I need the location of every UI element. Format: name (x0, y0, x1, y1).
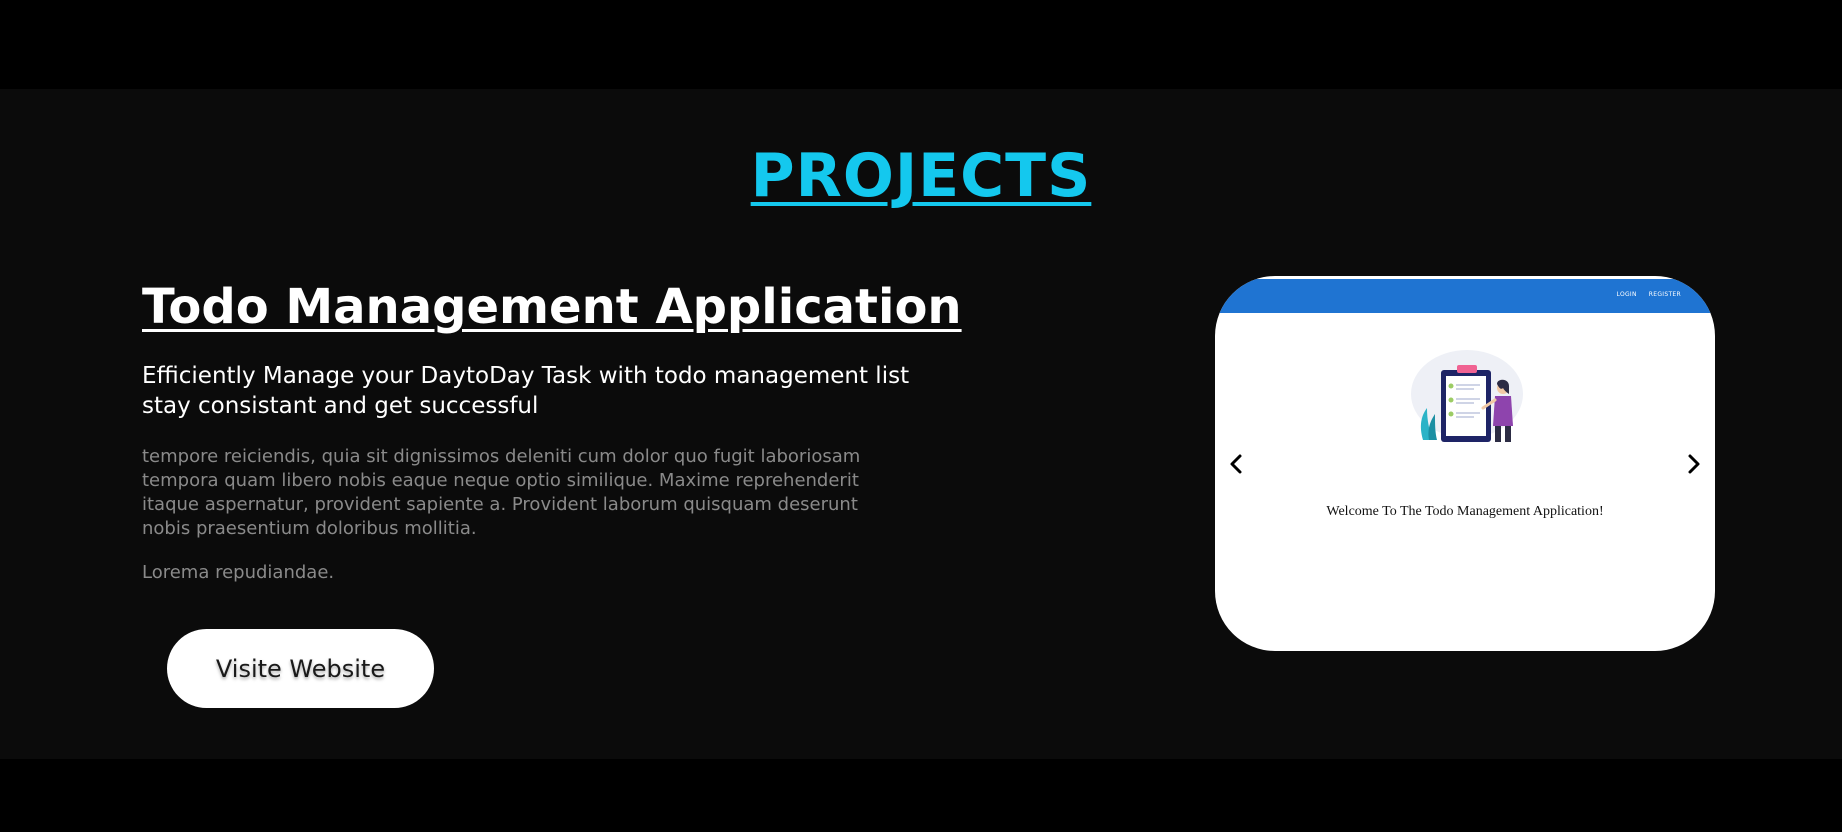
screenshot-register-link: REGISTER (1648, 291, 1681, 298)
projects-section: PROJECTS Todo Management Application Eff… (0, 89, 1842, 759)
section-title: PROJECTS (750, 141, 1092, 211)
project-carousel: LOGIN REGISTER Welcome To The Todo Manag… (1215, 276, 1715, 651)
chevron-right-icon[interactable] (1681, 452, 1705, 476)
screenshot-navbar: LOGIN REGISTER (1215, 279, 1715, 313)
project-subtitle: Efficiently Manage your DaytoDay Task wi… (142, 363, 910, 419)
project-title: Todo Management Application (142, 279, 962, 335)
project-note: Lorema repudiandae. (142, 562, 335, 583)
chevron-left-icon[interactable] (1225, 452, 1249, 476)
visit-website-button[interactable]: Visite Website (167, 629, 434, 708)
screenshot-nav-links: LOGIN REGISTER (1617, 291, 1681, 298)
clipboard-illustration-icon (1411, 350, 1523, 442)
project-description: tempore reiciendis, quia sit dignissimos… (142, 446, 861, 539)
screenshot-welcome-text: Welcome To The Todo Management Applicati… (1326, 504, 1604, 519)
screenshot-login-link: LOGIN (1616, 291, 1637, 298)
bottom-band (0, 759, 1842, 832)
top-band (0, 0, 1842, 89)
